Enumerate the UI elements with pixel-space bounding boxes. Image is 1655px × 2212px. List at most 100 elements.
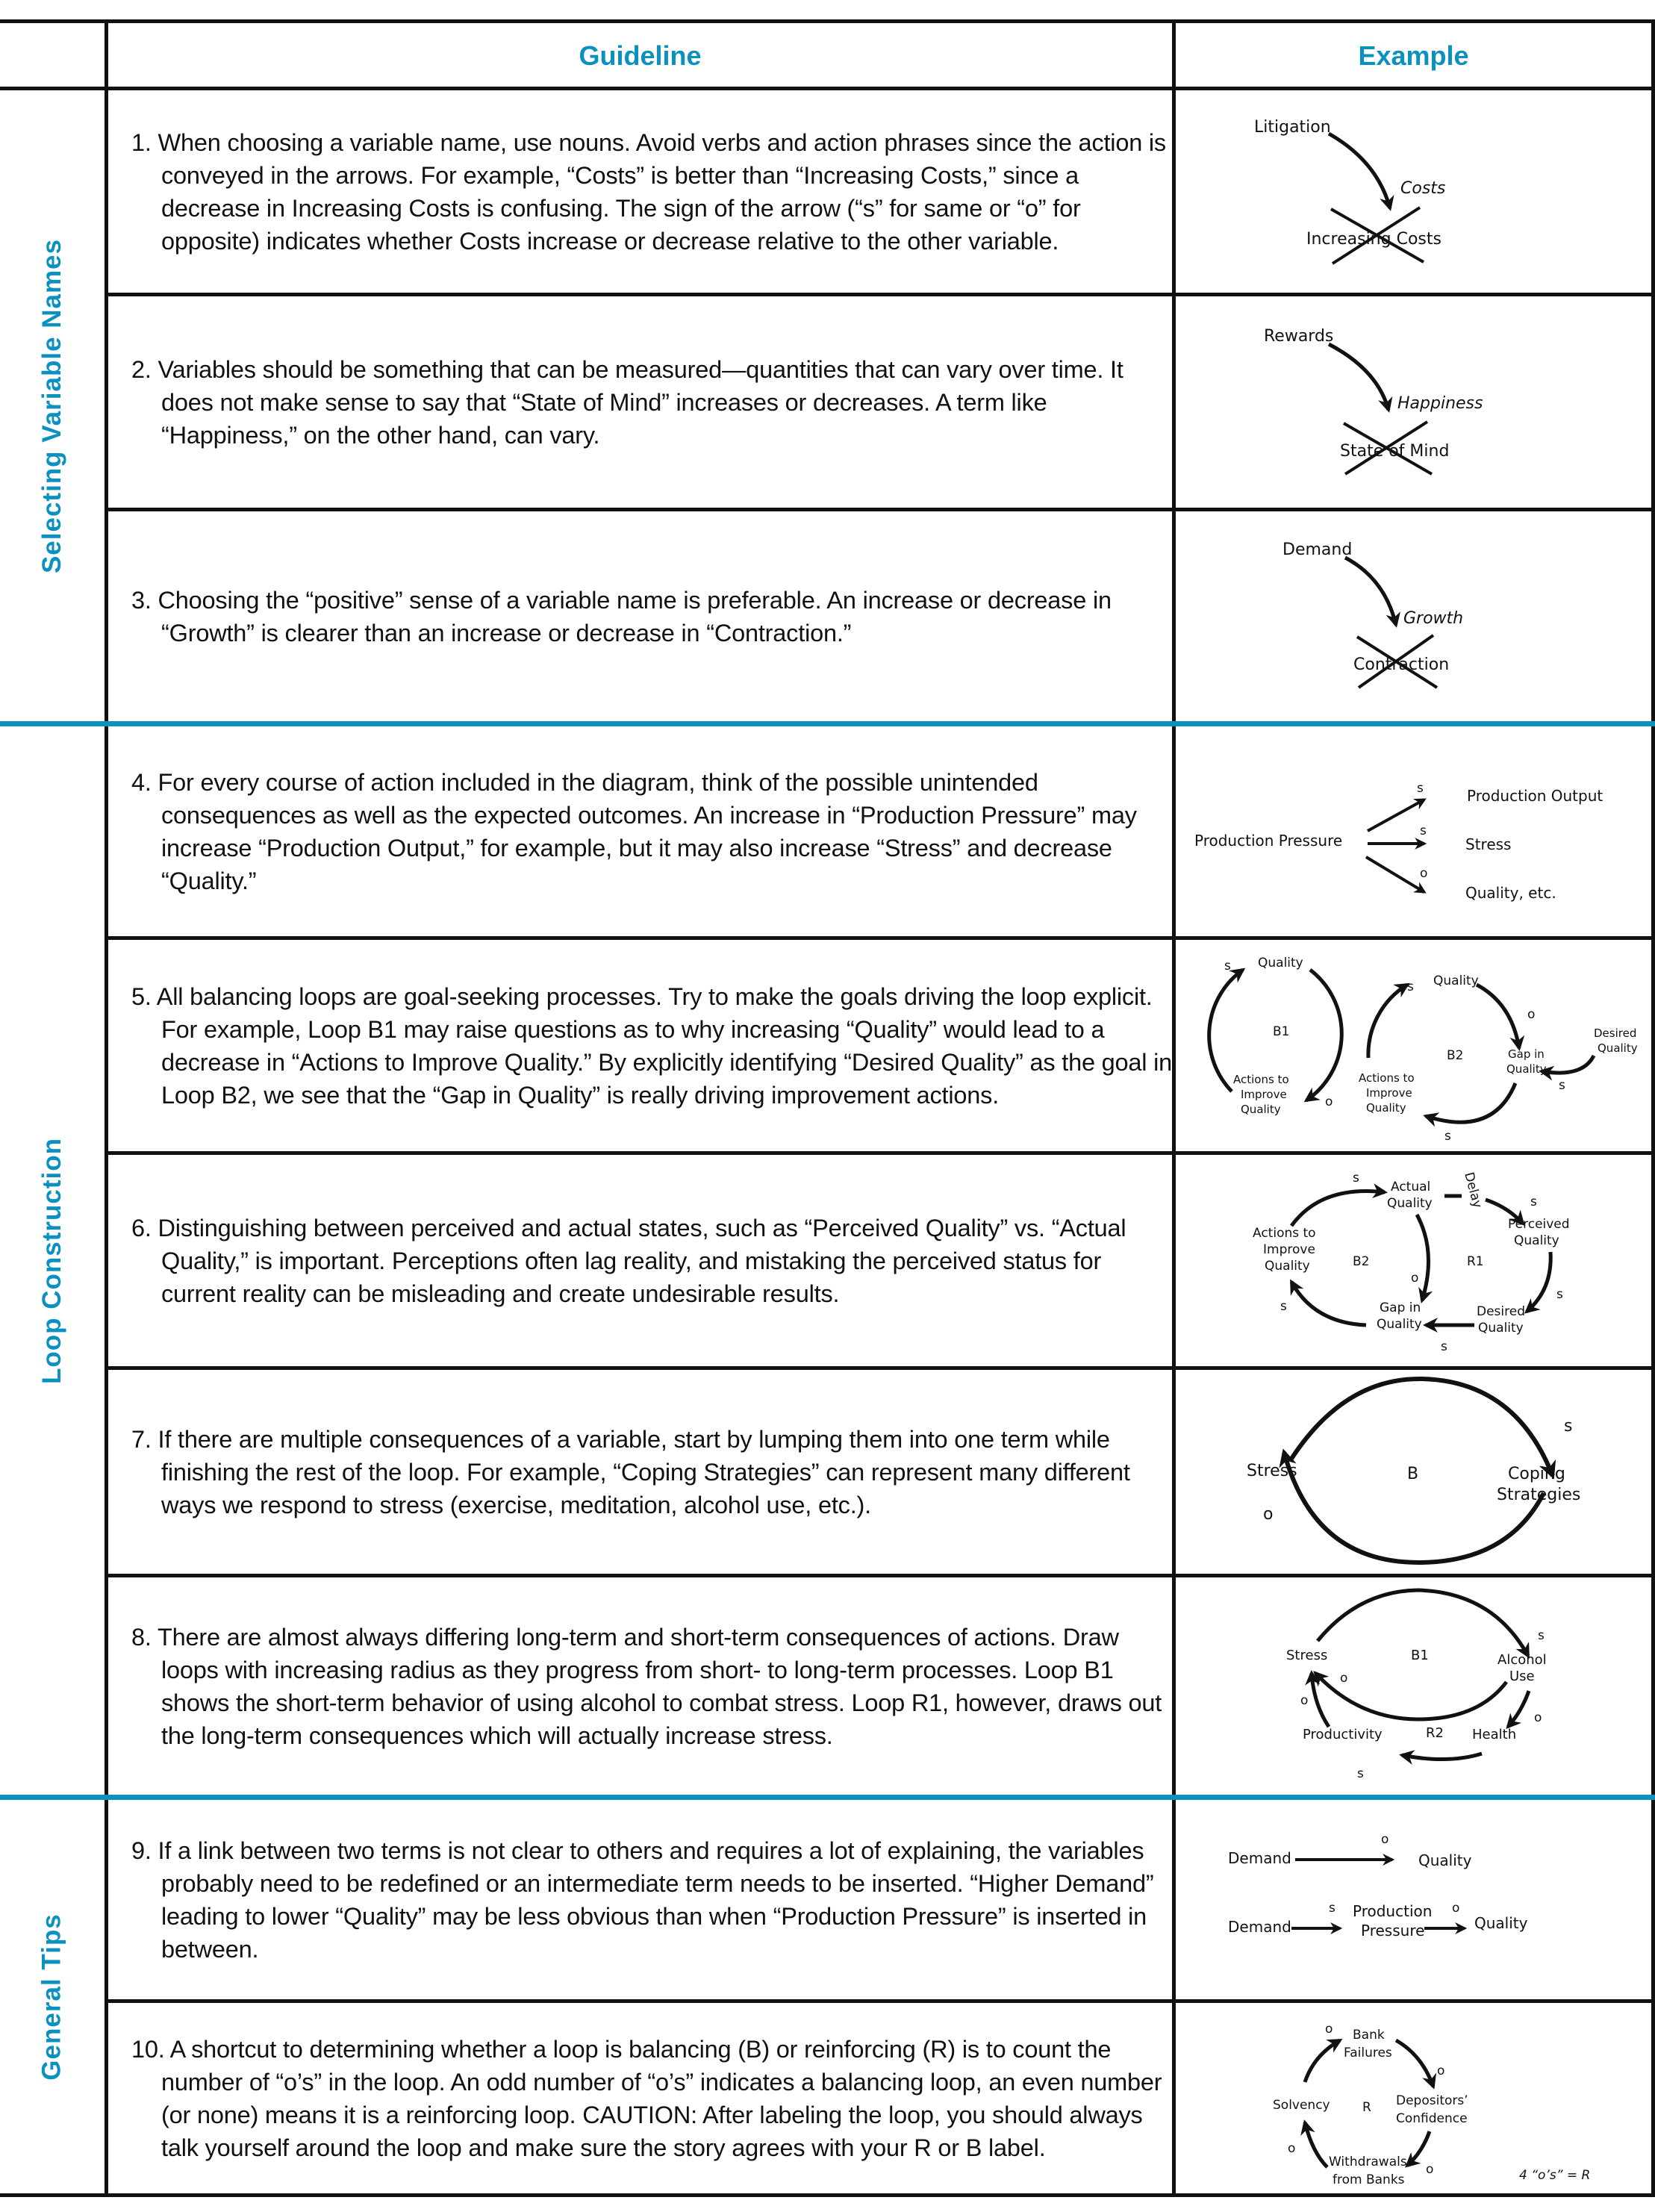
node-actual: Actual bbox=[1391, 1180, 1430, 1194]
guideline-text: 4. For every course of action included i… bbox=[131, 768, 1137, 894]
loop-label: B2 bbox=[1447, 1048, 1463, 1063]
node-actions: Actions to bbox=[1359, 1071, 1415, 1085]
example-1-diagram: Litigation Costs Increasing Costs bbox=[1179, 90, 1651, 293]
sign-label: o bbox=[1426, 2162, 1433, 2177]
node-demand: Demand bbox=[1228, 1849, 1291, 1867]
node-target: Stress bbox=[1465, 835, 1511, 853]
loop-rule-note: 4 “o’s” = R bbox=[1519, 2168, 1590, 2183]
node-alcohol: Use bbox=[1509, 1669, 1535, 1684]
example-7-diagram: Stress Coping Strategies B s o bbox=[1179, 1370, 1651, 1574]
section-label: Loop Construction bbox=[37, 1137, 67, 1384]
example-10-diagram: Bank Failures Depositors’ Confidence Wit… bbox=[1179, 2003, 1651, 2193]
node-depositors: Confidence bbox=[1396, 2111, 1468, 2126]
node-actions: Actions to bbox=[1253, 1226, 1316, 1241]
guideline-text: 5. All balancing loops are goal-seeking … bbox=[131, 982, 1173, 1109]
node-gap: Gap in bbox=[1508, 1047, 1545, 1061]
sign-label: s bbox=[1420, 823, 1427, 838]
guideline-row-3: 3. Choosing the “positive” sense of a va… bbox=[106, 511, 1174, 721]
node-gap: Quality bbox=[1377, 1317, 1422, 1332]
arrow-icon bbox=[1327, 342, 1393, 413]
sign-label: o bbox=[1263, 1505, 1273, 1524]
node-perceived: Perceived bbox=[1508, 1217, 1570, 1232]
sign-label: o bbox=[1381, 1832, 1388, 1847]
node-actions: Quality bbox=[1366, 1101, 1406, 1115]
loop-label: B bbox=[1407, 1465, 1418, 1483]
arrow-icon bbox=[1289, 1279, 1367, 1327]
node-production-pressure: Production Pressure bbox=[1194, 832, 1342, 850]
arrow-icon bbox=[1475, 982, 1525, 1051]
loop-label: B2 bbox=[1353, 1254, 1369, 1269]
example-2-diagram: Rewards Happiness State of Mind bbox=[1179, 296, 1651, 508]
section-divider bbox=[0, 1795, 1655, 1800]
delay-label: Delay bbox=[1461, 1171, 1485, 1209]
node-demand: Demand bbox=[1228, 1918, 1291, 1936]
guideline-text: 8. There are almost always differing lon… bbox=[131, 1623, 1162, 1749]
guideline-row-4: 4. For every course of action included i… bbox=[106, 726, 1174, 936]
sign-label: s bbox=[1329, 1901, 1335, 1916]
guideline-row-5: 5. All balancing loops are goal-seeking … bbox=[106, 940, 1174, 1151]
sign-label: s bbox=[1538, 1628, 1545, 1643]
node-actions: Quality bbox=[1265, 1259, 1310, 1274]
arrow-icon bbox=[1366, 982, 1410, 1059]
node-quality: Quality bbox=[1433, 973, 1479, 988]
node-actual: Quality bbox=[1387, 1196, 1433, 1211]
node-withdrawals: Withdrawals bbox=[1329, 2155, 1407, 2169]
example-8-diagram: Stress Alcohol Use Health Productivity B… bbox=[1179, 1577, 1651, 1795]
sign-label: s bbox=[1417, 781, 1424, 796]
sign-label: o bbox=[1325, 1094, 1333, 1109]
sign-label: o bbox=[1340, 1671, 1347, 1686]
sign-label: o bbox=[1411, 1271, 1418, 1286]
node-growth: Growth bbox=[1403, 609, 1463, 628]
sign-label: o bbox=[1452, 1901, 1459, 1916]
sign-label: s bbox=[1441, 1339, 1447, 1354]
table-bottom-border bbox=[0, 2193, 1655, 2197]
sign-label: s bbox=[1530, 1194, 1537, 1209]
sign-label: s bbox=[1353, 1171, 1359, 1186]
sign-label: o bbox=[1534, 1710, 1542, 1725]
arrow-icon bbox=[1300, 2119, 1329, 2169]
node-happiness: Happiness bbox=[1397, 394, 1483, 413]
sign-label: s bbox=[1564, 1417, 1572, 1436]
node-costs: Costs bbox=[1400, 179, 1445, 198]
node-litigation: Litigation bbox=[1254, 118, 1331, 137]
arrow-icon bbox=[1303, 2038, 1343, 2083]
sign-label: s bbox=[1556, 1287, 1563, 1302]
arrow-icon bbox=[1289, 1183, 1388, 1227]
node-quality: Quality bbox=[1258, 956, 1303, 971]
node-production-pressure: Pressure bbox=[1361, 1922, 1424, 1940]
header-example-label: Example bbox=[1358, 40, 1469, 71]
guideline-row-7: 7. If there are multiple consequences of… bbox=[106, 1370, 1174, 1574]
arrow-icon bbox=[1316, 1588, 1530, 1659]
header-guideline-label: Guideline bbox=[579, 40, 702, 71]
guideline-row-6: 6. Distinguishing between perceived and … bbox=[106, 1155, 1174, 1366]
example-6-diagram: Actual Quality Delay Perceived Quality D… bbox=[1179, 1155, 1651, 1366]
node-desired: Quality bbox=[1478, 1321, 1524, 1336]
section-label: Selecting Variable Names bbox=[37, 238, 67, 573]
guideline-row-1: 1. When choosing a variable name, use no… bbox=[106, 90, 1174, 293]
node-target: Quality, etc. bbox=[1465, 884, 1556, 902]
node-production-pressure: Production bbox=[1353, 1902, 1432, 1920]
node-desired: Desired bbox=[1594, 1026, 1636, 1040]
header-example: Example bbox=[1176, 23, 1651, 89]
example-9-diagram: Demand o Quality Demand s Production Pre… bbox=[1179, 1800, 1651, 1999]
sign-label: o bbox=[1437, 2063, 1444, 2078]
arrow-icon bbox=[1415, 1213, 1433, 1303]
sign-label: o bbox=[1288, 2141, 1295, 2156]
sign-label: s bbox=[1224, 959, 1231, 973]
guideline-text: 6. Distinguishing between perceived and … bbox=[131, 1214, 1126, 1307]
arrow-icon bbox=[1288, 1376, 1556, 1480]
sign-label: s bbox=[1407, 979, 1414, 994]
loop-label: R2 bbox=[1426, 1725, 1444, 1741]
loop-label: R1 bbox=[1467, 1254, 1484, 1269]
guideline-row-2: 2. Variables should be something that ca… bbox=[106, 296, 1174, 508]
example-5-diagram: Quality s o B1 Actions to Improve Qualit… bbox=[1179, 940, 1651, 1151]
node-solvency: Solvency bbox=[1273, 2098, 1330, 2113]
arrow-icon bbox=[1399, 1750, 1483, 1765]
guideline-text: 9. If a link between two terms is not cl… bbox=[131, 1836, 1154, 1963]
node-gap: Quality bbox=[1506, 1062, 1547, 1076]
node-stress: Stress bbox=[1286, 1648, 1327, 1663]
node-actions: Quality bbox=[1241, 1103, 1281, 1116]
arrow-icon bbox=[1405, 2131, 1432, 2168]
node-quality: Quality bbox=[1418, 1851, 1472, 1869]
sign-label: s bbox=[1280, 1299, 1287, 1314]
